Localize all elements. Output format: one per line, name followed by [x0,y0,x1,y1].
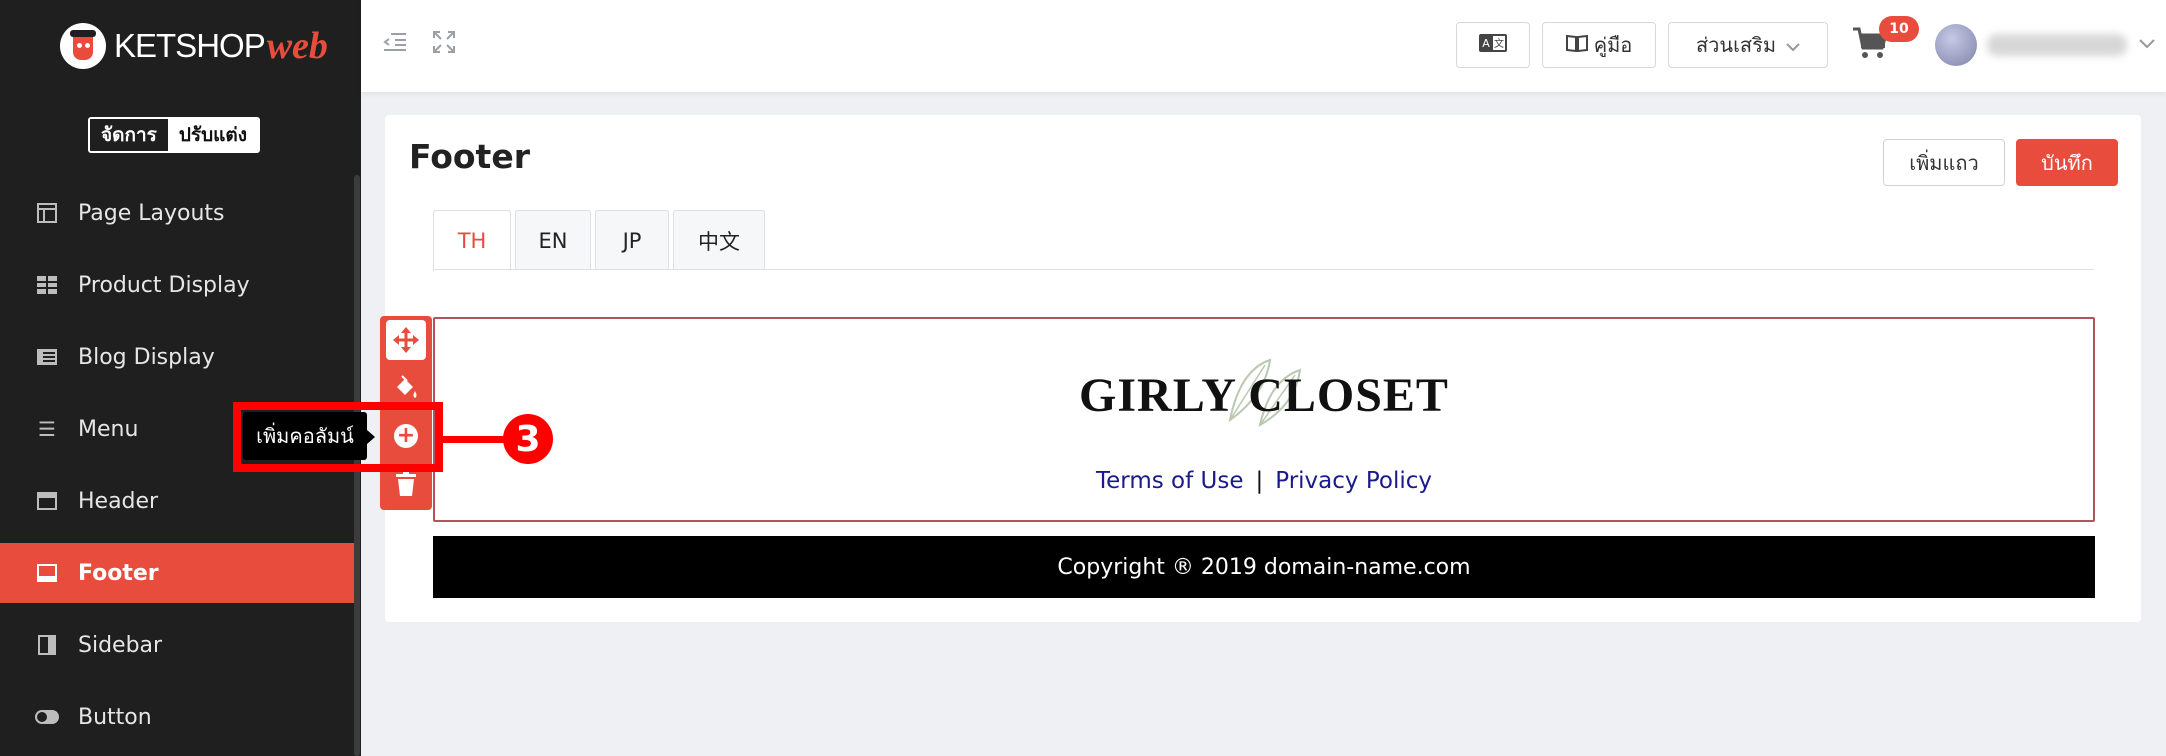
tooltip-arrow [367,430,375,444]
sidebar-icon [34,632,60,658]
book-icon [1565,33,1588,57]
chevron-down-icon[interactable] [2139,30,2155,55]
sidebar-item-product-display[interactable]: Product Display [0,255,354,315]
footer-links: Terms of Use | Privacy Policy [433,468,2095,494]
fullscreen-icon[interactable] [433,30,455,60]
sidebar-item-header[interactable]: Header [0,471,354,531]
brand-name: KETSHOP [114,27,266,64]
username[interactable] [1987,34,2127,56]
add-row-button[interactable]: เพิ่มแถว [1883,139,2005,186]
manual-label: คู่มือ [1593,33,1633,57]
topbar: A文 คู่มือ ส่วนเสริม 10 [361,0,2166,92]
chevron-down-icon [1786,33,1800,57]
mode-customize-button[interactable]: ปรับแต่ง [167,119,259,151]
svg-text:文: 文 [1494,37,1504,50]
svg-text:A: A [1482,37,1490,50]
add-column-tooltip: เพิ่มคอลัมน์ [243,412,367,460]
move-icon[interactable] [386,320,426,360]
sidebar-item-label: Sidebar [78,632,163,658]
sidebar-item-button[interactable]: Button [0,687,354,747]
language-tabs: TH EN JP 中文 [433,210,769,271]
grid-icon [34,272,60,298]
page-title: Footer [409,137,530,176]
collapse-sidebar-icon[interactable] [383,30,407,60]
tab-th[interactable]: TH [433,210,511,271]
sidebar-item-blog-display[interactable]: Blog Display [0,327,354,387]
sidebar-item-sidebar[interactable]: Sidebar [0,615,354,675]
copyright-text: Copyright ® 2019 domain-name.com [1057,554,1471,580]
sidebar: KETSHOP web จัดการ ปรับแต่ง Page Layouts… [0,0,361,756]
layout-icon [34,200,60,226]
link-separator: | [1255,468,1264,494]
footer-icon [34,560,60,586]
sidebar-item-label: Header [78,488,159,514]
manual-button[interactable]: คู่มือ [1542,22,1656,68]
copyright-bar[interactable]: Copyright ® 2019 domain-name.com [433,536,2095,598]
sidebar-item-label: Product Display [78,272,250,298]
addons-label: ส่วนเสริม [1695,33,1777,57]
sidebar-item-label: Footer [78,560,159,586]
translate-button[interactable]: A文 [1456,22,1530,68]
header-icon [34,488,60,514]
tabs-divider [433,269,2094,270]
sidebar-item-label: Blog Display [78,344,215,370]
privacy-link[interactable]: Privacy Policy [1275,468,1432,494]
brand-logo[interactable]: KETSHOP web [60,22,328,70]
terms-link[interactable]: Terms of Use [1096,468,1244,494]
step-callout-badge: 3 [503,414,553,464]
tab-jp[interactable]: JP [595,210,669,270]
avatar[interactable] [1935,24,1977,66]
tab-en[interactable]: EN [515,210,591,270]
translate-icon: A文 [1479,33,1507,57]
footer-brand-text: GIRLY CLOSET [1079,369,1449,422]
callout-connector [443,436,505,443]
cart-count-badge: 10 [1879,16,1919,42]
sidebar-item-label: Menu [78,416,139,442]
sidebar-item-label: Button [78,704,152,730]
save-button[interactable]: บันทึก [2016,139,2118,186]
logo-icon [60,23,106,69]
addons-dropdown[interactable]: ส่วนเสริม [1668,22,1828,68]
sidebar-item-footer[interactable]: Footer [0,543,354,603]
menu-icon: ☰ [38,417,56,441]
sidebar-item-label: Page Layouts [78,200,225,226]
brand-suffix: web [266,25,328,67]
mode-toggle: จัดการ ปรับแต่ง [88,117,261,153]
sidebar-item-page-layouts[interactable]: Page Layouts [0,183,354,243]
toggle-icon [34,704,60,730]
tab-zh[interactable]: 中文 [673,210,765,270]
mode-manage-button[interactable]: จัดการ [90,119,168,151]
list-icon [34,344,60,370]
